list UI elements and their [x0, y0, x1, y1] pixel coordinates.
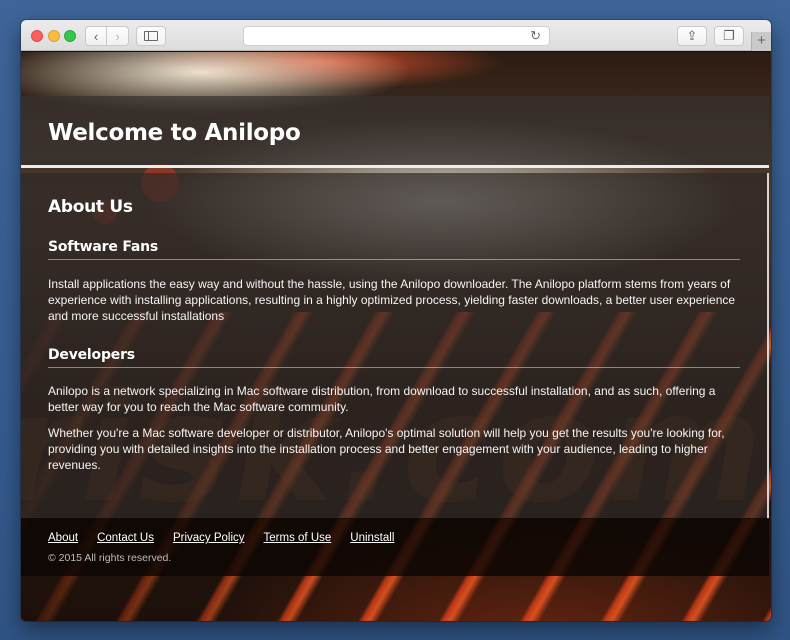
sidebar-icon [144, 31, 158, 41]
close-window-button[interactable] [31, 30, 43, 42]
plus-icon: + [757, 32, 766, 49]
zoom-window-button[interactable] [64, 30, 76, 42]
section-divider [48, 367, 740, 368]
browser-toolbar: ‹ › ↻ ⇪ ❐ + [21, 20, 771, 51]
site-title: Welcome to Anilopo [48, 120, 301, 146]
new-tab-button[interactable]: + [751, 32, 771, 51]
copyright-text: © 2015 All rights reserved. [48, 552, 172, 564]
show-all-tabs-button[interactable]: ❐ [714, 26, 744, 46]
footer-links: About Contact Us Privacy Policy Terms of… [48, 532, 394, 544]
developers-paragraph-2: Whether you're a Mac software developer … [48, 426, 725, 472]
browser-window: ‹ › ↻ ⇪ ❐ + risk.com Welcome to Anilopo [21, 20, 771, 621]
tabs-icon: ❐ [723, 28, 735, 43]
footer-link-privacy-policy[interactable]: Privacy Policy [173, 532, 245, 544]
developers-paragraph-1: Anilopo is a network specializing in Mac… [48, 384, 716, 414]
chevron-right-icon: › [115, 28, 120, 44]
reload-icon[interactable]: ↻ [530, 28, 541, 44]
address-bar[interactable]: ↻ [243, 26, 550, 46]
footer-link-about[interactable]: About [48, 532, 78, 544]
web-page: risk.com Welcome to Anilopo About Us Sof… [21, 52, 771, 621]
back-button[interactable]: ‹ [85, 26, 107, 46]
share-button[interactable]: ⇪ [677, 26, 707, 46]
footer-link-terms-of-use[interactable]: Terms of Use [264, 532, 332, 544]
show-sidebar-button[interactable] [136, 26, 166, 46]
developers-heading: Developers [48, 347, 135, 363]
software-fans-paragraph: Install applications the easy way and wi… [48, 277, 736, 323]
about-section: About Us Software Fans Install applicati… [21, 173, 769, 519]
chevron-left-icon: ‹ [93, 28, 99, 44]
section-divider [48, 259, 740, 260]
site-footer: About Contact Us Privacy Policy Terms of… [21, 518, 769, 576]
about-heading: About Us [48, 197, 133, 217]
minimize-window-button[interactable] [48, 30, 60, 42]
footer-link-uninstall[interactable]: Uninstall [350, 532, 394, 544]
software-fans-heading: Software Fans [48, 239, 159, 255]
site-header: Welcome to Anilopo [21, 96, 769, 168]
share-icon: ⇪ [686, 28, 698, 43]
footer-link-contact-us[interactable]: Contact Us [97, 532, 154, 544]
forward-button[interactable]: › [107, 26, 129, 46]
